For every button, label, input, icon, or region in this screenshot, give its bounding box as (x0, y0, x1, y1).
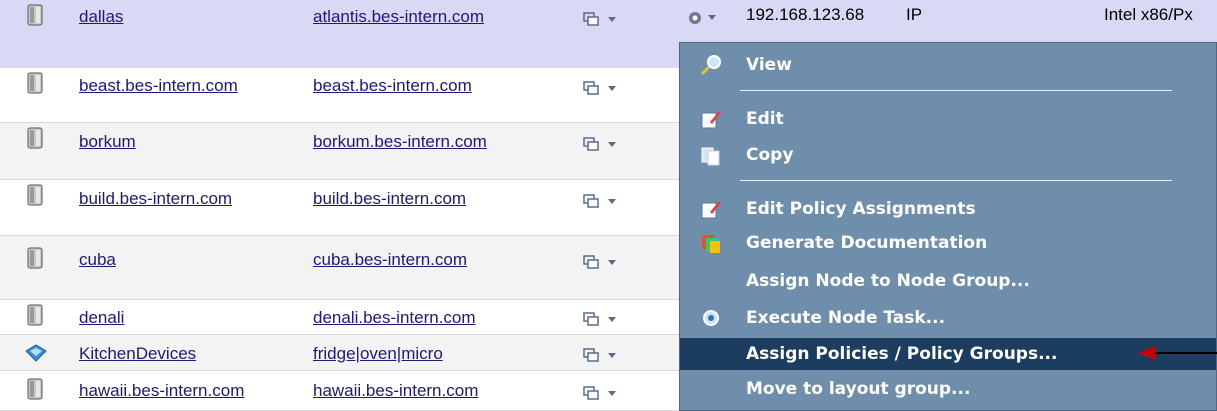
server-icon (27, 4, 43, 26)
node-host-link[interactable]: fridge|oven|micro (313, 344, 443, 364)
node-name-link[interactable]: denali (79, 308, 124, 328)
menu-separator (740, 180, 1172, 181)
window-dropdown-icon[interactable] (583, 311, 621, 327)
node-name-link[interactable]: cuba (79, 250, 116, 270)
window-dropdown-icon[interactable] (583, 11, 621, 27)
node-name-link[interactable]: hawaii.bes-intern.com (79, 381, 244, 401)
node-name-link[interactable]: borkum (79, 132, 136, 152)
window-dropdown-icon[interactable] (583, 254, 621, 270)
node-name-link[interactable]: build.bes-intern.com (79, 189, 232, 209)
node-host-link[interactable]: build.bes-intern.com (313, 189, 466, 209)
gear-dropdown-icon[interactable] (686, 9, 722, 27)
node-host-link[interactable]: denali.bes-intern.com (313, 308, 476, 328)
menu-item-generate-documentation[interactable]: Generate Documentation (680, 227, 1216, 257)
task-icon (703, 310, 719, 326)
menu-separator (740, 90, 1172, 91)
node-host-link[interactable]: borkum.bes-intern.com (313, 132, 487, 152)
node-name-link[interactable]: KitchenDevices (79, 344, 196, 364)
node-host-link[interactable]: atlantis.bes-intern.com (313, 7, 484, 27)
context-menu: View Edit Copy Edit Policy Assignments G… (679, 42, 1217, 411)
ip-label: IP (906, 5, 923, 24)
window-dropdown-icon[interactable] (583, 80, 621, 96)
menu-item-assign-node-to-node-group[interactable]: Assign Node to Node Group... (680, 265, 1216, 295)
window-dropdown-icon[interactable] (583, 136, 621, 152)
server-icon (27, 127, 43, 149)
copy-icon (701, 147, 720, 166)
cpu-label: Intel x86/Px (1104, 5, 1193, 24)
window-dropdown-icon[interactable] (583, 347, 621, 363)
menu-item-execute-node-task[interactable]: Execute Node Task... (680, 302, 1216, 332)
server-icon (27, 304, 43, 326)
window-dropdown-icon[interactable] (583, 385, 621, 401)
magnifier-icon (700, 55, 721, 76)
edit-icon (701, 111, 721, 129)
menu-item-assign-policies[interactable]: Assign Policies / Policy Groups... (680, 338, 1217, 370)
menu-item-edit-policy-assignments[interactable]: Edit Policy Assignments (680, 193, 1216, 223)
documentation-icon (702, 235, 720, 253)
menu-item-edit[interactable]: Edit (680, 103, 1216, 133)
node-host-link[interactable]: hawaii.bes-intern.com (313, 381, 478, 401)
device-group-icon (25, 344, 47, 362)
pointer-arrow-icon (1138, 346, 1217, 360)
node-host-link[interactable]: beast.bes-intern.com (313, 76, 472, 96)
menu-item-view[interactable]: View (680, 49, 1216, 79)
node-name-link[interactable]: beast.bes-intern.com (79, 76, 238, 96)
menu-item-move-to-layout-group[interactable]: Move to layout group... (680, 373, 1216, 403)
window-dropdown-icon[interactable] (583, 193, 621, 209)
menu-item-copy[interactable]: Copy (680, 139, 1216, 169)
node-name-link[interactable]: dallas (79, 7, 123, 27)
server-icon (27, 247, 43, 269)
server-icon (27, 378, 43, 400)
edit-policy-icon (701, 201, 721, 219)
node-host-link[interactable]: cuba.bes-intern.com (313, 250, 467, 270)
server-icon (27, 72, 43, 94)
server-icon (27, 184, 43, 206)
ip-address: 192.168.123.68 (746, 5, 865, 24)
